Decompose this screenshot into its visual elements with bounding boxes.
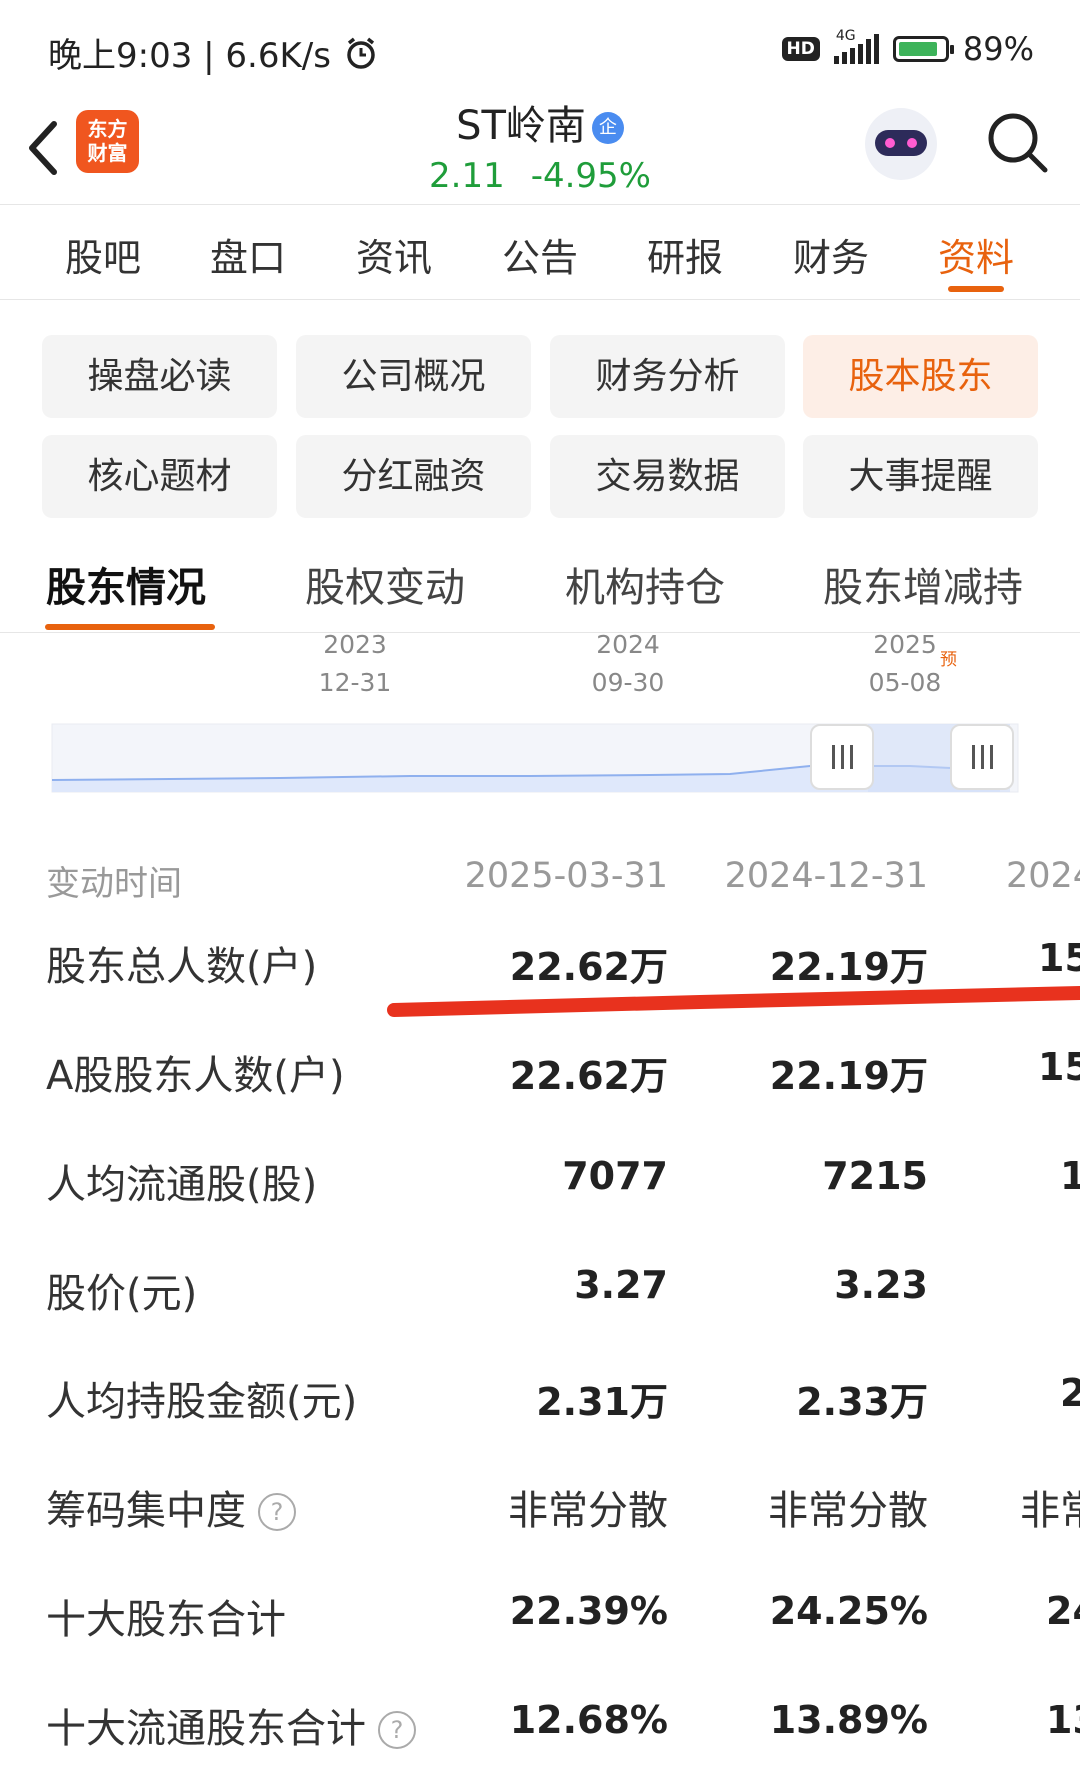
column-date-3[interactable]: 2024	[1006, 856, 1080, 896]
tab-profile[interactable]: 资料	[938, 227, 1014, 282]
timeline-date-2: 2024 09-30	[591, 630, 665, 697]
table-cell: 非常	[1020, 1488, 1080, 1534]
timeline-date-3: 2025 05-08	[868, 630, 942, 697]
stock-name: ST岭南	[456, 103, 586, 149]
table-cell: 7215	[822, 1154, 928, 1198]
table-cell: 22.39%	[509, 1589, 668, 1633]
table-row-label: 股价(元)	[46, 1271, 198, 1317]
active-tab-indicator	[948, 286, 1004, 292]
section-dividends-financing[interactable]: 分红融资	[296, 435, 531, 518]
section-major-events[interactable]: 大事提醒	[803, 435, 1038, 518]
table-cell: 非常分散	[768, 1488, 928, 1534]
table-row-label-with-help: 筹码集中度?	[46, 1478, 296, 1536]
table-row-label: A股股东人数(户)	[46, 1053, 345, 1099]
table-cell: 12.68%	[509, 1698, 668, 1742]
tab-research[interactable]: 研报	[647, 227, 723, 282]
active-subtab-indicator	[45, 624, 215, 630]
tab-pankou[interactable]: 盘口	[210, 227, 286, 282]
table-cell: 22.19万	[769, 1054, 928, 1098]
table-row-label: 人均流通股(股)	[46, 1162, 318, 1208]
table-cell: 22.62万	[509, 1054, 668, 1098]
table-cell: 15	[1038, 936, 1080, 980]
range-handle-left[interactable]	[810, 724, 874, 790]
table-cell: 1	[1060, 1154, 1080, 1198]
table-cell: 24.25%	[769, 1589, 928, 1633]
table-row-label: 十大股东合计	[46, 1597, 286, 1643]
status-bar: 晚上9:03 | 6.6K/s HD 4G 89%	[0, 0, 1080, 100]
tab-announcements[interactable]: 公告	[502, 227, 578, 282]
table-cell: 22.62万	[509, 945, 668, 989]
table-cell: 非常分散	[508, 1488, 668, 1534]
table-row-label-with-help: 十大流通股东合计?	[46, 1696, 416, 1754]
table-row-label: 股东总人数(户)	[46, 944, 318, 990]
battery-percent: 89%	[962, 30, 1034, 68]
search-icon[interactable]	[985, 110, 1051, 176]
table-cell: 2	[1060, 1371, 1080, 1415]
column-header-label: 变动时间	[46, 864, 182, 904]
tab-news[interactable]: 资讯	[356, 227, 432, 282]
section-shareholders[interactable]: 股本股东	[803, 335, 1038, 418]
table-cell: 2.31万	[536, 1380, 668, 1424]
table-cell: 13.89%	[769, 1698, 928, 1742]
tab-finance[interactable]: 财务	[793, 227, 869, 282]
assistant-robot-icon[interactable]	[865, 108, 937, 180]
table-row-label: 人均持股金额(元)	[46, 1379, 358, 1425]
cell-signal-icon: 4G	[833, 28, 879, 64]
forecast-mark: 预	[940, 650, 957, 670]
stock-price: 2.11	[429, 156, 505, 196]
table-cell: 15	[1038, 1045, 1080, 1089]
subtab-shareholder-changes[interactable]: 股东增减持	[823, 555, 1023, 613]
alarm-icon	[347, 37, 375, 69]
subtab-equity-changes[interactable]: 股权变动	[305, 555, 465, 613]
column-date-1[interactable]: 2025-03-31	[465, 856, 668, 896]
status-time-speed: 晚上9:03 | 6.6K/s	[48, 36, 331, 76]
help-icon[interactable]: ?	[258, 1493, 296, 1531]
table-cell: 2.33万	[796, 1380, 928, 1424]
table-cell: 7077	[562, 1154, 668, 1198]
section-financial-analysis[interactable]: 财务分析	[550, 335, 785, 418]
section-trading-guide[interactable]: 操盘必读	[42, 335, 277, 418]
section-trading-data[interactable]: 交易数据	[550, 435, 785, 518]
network-type: 4G	[835, 28, 856, 44]
range-handle-right[interactable]	[950, 724, 1014, 790]
subtab-shareholder-status[interactable]: 股东情况	[46, 555, 206, 613]
stock-change-percent: -4.95%	[530, 156, 651, 196]
stock-header: 东方 财富 ST岭南企 2.11 -4.95%	[0, 100, 1080, 205]
timeline-overview-chart[interactable]	[50, 722, 1020, 794]
section-company-overview[interactable]: 公司概况	[296, 335, 531, 418]
hd-badge: HD	[781, 37, 820, 61]
tab-guba[interactable]: 股吧	[65, 227, 141, 282]
subtab-institutional-holdings[interactable]: 机构持仓	[565, 555, 725, 613]
table-cell: 22.19万	[769, 945, 928, 989]
table-cell: 3.27	[574, 1263, 668, 1307]
section-core-themes[interactable]: 核心题材	[42, 435, 277, 518]
battery-icon	[892, 36, 954, 62]
table-cell: 24	[1046, 1589, 1080, 1633]
main-tab-bar: 股吧 盘口 资讯 公告 研报 财务 资料	[0, 205, 1080, 300]
column-date-2[interactable]: 2024-12-31	[725, 856, 928, 896]
table-cell: 13	[1046, 1698, 1080, 1742]
help-icon[interactable]: ?	[378, 1711, 416, 1749]
table-cell: 3.23	[834, 1263, 928, 1307]
timeline-date-1: 2023 12-31	[318, 630, 392, 697]
enterprise-badge-icon: 企	[591, 112, 624, 144]
